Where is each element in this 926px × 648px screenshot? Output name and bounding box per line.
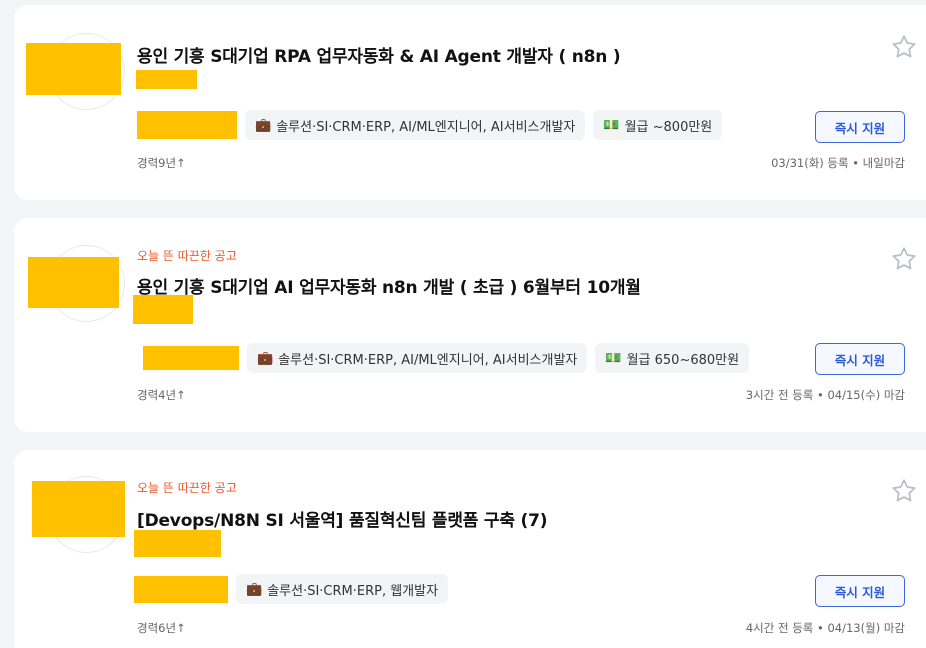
star-icon[interactable] — [890, 477, 918, 505]
job-card[interactable]: 오늘 뜬 따끈한 공고 [Devops/N8N SI 서울역] 품질혁신팀 플랫… — [14, 450, 926, 648]
money-icon: 💵 — [603, 117, 620, 133]
money-icon: 💵 — [605, 350, 622, 366]
star-icon[interactable] — [890, 33, 918, 61]
posted-date: 4시간 전 등록 • 04/13(월) 마감 — [745, 621, 905, 635]
category-tag: 💼 솔루션·SI·CRM·ERP, 웹개발자 — [236, 574, 449, 604]
salary-label: 월급 650~680만원 — [626, 352, 740, 368]
job-title[interactable]: [Devops/N8N SI 서울역] 품질혁신팀 플랫폼 구축 (7) — [137, 506, 547, 531]
redacted-location-tag — [134, 575, 228, 603]
category-label: 솔루션·SI·CRM·ERP, AI/ML엔지니어, AI서비스개발자 — [278, 352, 578, 368]
salary-label: 월급 ~800만원 — [624, 119, 713, 135]
posted-date: 3시간 전 등록 • 04/15(수) 마감 — [745, 388, 905, 402]
briefcase-icon: 💼 — [246, 581, 263, 597]
experience-label: 경력4년↑ — [137, 388, 186, 402]
redacted-logo — [32, 481, 125, 537]
hot-badge: 오늘 뜬 따끈한 공고 — [137, 249, 237, 263]
job-tags: 💼 솔루션·SI·CRM·ERP, 웹개발자 — [134, 574, 449, 604]
redacted-logo — [28, 257, 119, 308]
apply-button[interactable]: 즉시 지원 — [815, 111, 905, 143]
apply-button[interactable]: 즉시 지원 — [815, 343, 905, 375]
apply-button[interactable]: 즉시 지원 — [815, 575, 905, 607]
job-title[interactable]: 용인 기흥 S대기업 AI 업무자동화 n8n 개발 ( 초급 ) 6월부터 1… — [137, 273, 641, 298]
experience-label: 경력6년↑ — [137, 621, 186, 635]
redacted-company-name — [136, 70, 197, 89]
posted-date: 03/31(화) 등록 • 내일마감 — [771, 156, 905, 170]
job-title[interactable]: 용인 기흥 S대기업 RPA 업무자동화 & AI Agent 개발자 ( n8… — [137, 42, 621, 67]
job-tags: 💼 솔루션·SI·CRM·ERP, AI/ML엔지니어, AI서비스개발자 💵 … — [137, 343, 750, 373]
job-list: 용인 기흥 S대기업 RPA 업무자동화 & AI Agent 개발자 ( n8… — [0, 0, 926, 648]
category-tag: 💼 솔루션·SI·CRM·ERP, AI/ML엔지니어, AI서비스개발자 — [247, 343, 588, 373]
job-tags: 💼 솔루션·SI·CRM·ERP, AI/ML엔지니어, AI서비스개발자 💵 … — [137, 110, 723, 140]
star-icon[interactable] — [890, 245, 918, 273]
briefcase-icon: 💼 — [257, 350, 274, 366]
category-tag: 💼 솔루션·SI·CRM·ERP, AI/ML엔지니어, AI서비스개발자 — [245, 110, 586, 140]
hot-badge: 오늘 뜬 따끈한 공고 — [137, 481, 237, 495]
job-card[interactable]: 오늘 뜬 따끈한 공고 용인 기흥 S대기업 AI 업무자동화 n8n 개발 (… — [14, 218, 926, 432]
redacted-company-name — [134, 530, 221, 557]
briefcase-icon: 💼 — [255, 117, 272, 133]
experience-label: 경력9년↑ — [137, 156, 186, 170]
redacted-company-name — [133, 295, 193, 324]
redacted-logo — [26, 43, 121, 95]
salary-tag: 💵 월급 ~800만원 — [593, 110, 723, 140]
salary-tag: 💵 월급 650~680만원 — [595, 343, 750, 373]
category-label: 솔루션·SI·CRM·ERP, 웹개발자 — [267, 583, 439, 599]
category-label: 솔루션·SI·CRM·ERP, AI/ML엔지니어, AI서비스개발자 — [276, 119, 576, 135]
redacted-location-tag — [143, 346, 239, 370]
job-card[interactable]: 용인 기흥 S대기업 RPA 업무자동화 & AI Agent 개발자 ( n8… — [14, 5, 926, 200]
redacted-location-tag — [137, 111, 237, 139]
